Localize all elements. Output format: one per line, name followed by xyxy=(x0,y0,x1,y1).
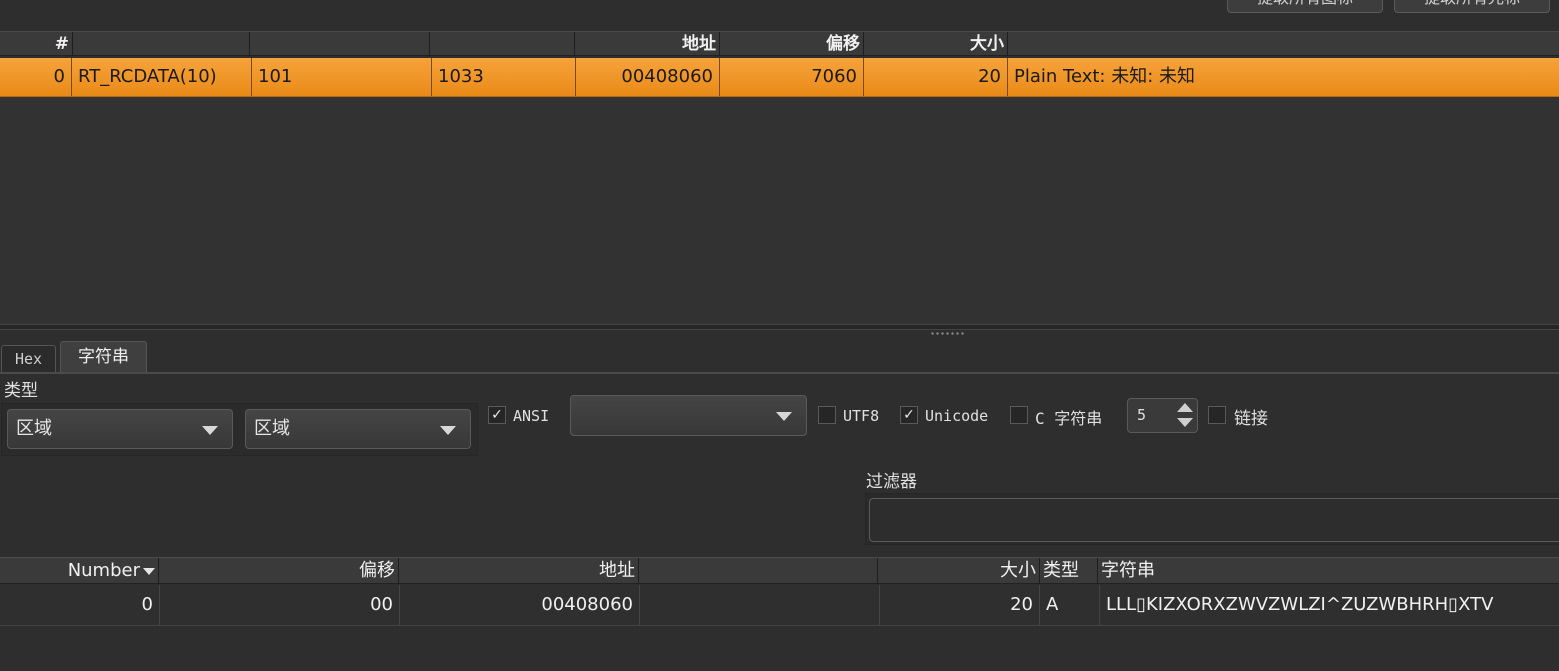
column-header-string-address[interactable]: 地址 xyxy=(399,558,639,584)
tab-hex[interactable]: Hex xyxy=(1,345,56,372)
chevron-down-icon xyxy=(202,426,218,435)
extract-all-icons-button[interactable]: 提取所有图标 xyxy=(1227,0,1383,13)
column-header-number-label: Number xyxy=(67,560,140,581)
string-value-cell: LLL▯KIZXORXZWVZWLZI^ZUZWBHRH▯XTV xyxy=(1106,594,1494,615)
c-string-checkbox[interactable] xyxy=(1010,406,1028,424)
chevron-down-icon xyxy=(440,426,456,435)
region-select-2[interactable]: 区域 xyxy=(245,409,471,449)
filter-label: 过滤器 xyxy=(866,472,917,492)
min-length-value: 5 xyxy=(1137,406,1147,424)
string-number-cell: 0 xyxy=(0,585,160,625)
column-header-size[interactable]: 大小 xyxy=(864,32,1008,56)
strings-table-header: Number 偏移 地址 大小 类型 字符串 xyxy=(0,557,1559,584)
min-length-spinbox[interactable]: 5 xyxy=(1127,398,1198,433)
spin-up-icon[interactable] xyxy=(1177,403,1193,412)
string-blank-cell xyxy=(640,585,880,625)
region-select-1-value: 区域 xyxy=(16,418,52,439)
sort-descending-icon xyxy=(143,567,155,575)
column-header-language[interactable] xyxy=(430,32,575,56)
spin-down-icon[interactable] xyxy=(1177,418,1193,427)
panel-splitter[interactable] xyxy=(0,324,1559,330)
column-header-type[interactable] xyxy=(73,32,250,56)
string-offset-cell: 00 xyxy=(160,585,400,625)
filter-input[interactable] xyxy=(869,498,1559,542)
string-address-cell: 00408060 xyxy=(400,585,640,625)
type-label: 类型 xyxy=(4,381,38,401)
column-header-string[interactable]: 字符串 xyxy=(1098,558,1559,584)
resource-table-empty-area[interactable] xyxy=(0,97,1559,324)
utf8-label: UTF8 xyxy=(843,407,880,425)
resource-name-cell: 101 xyxy=(252,58,432,96)
resource-index-cell: 0 xyxy=(0,58,72,96)
ansi-label: ANSI xyxy=(513,407,550,425)
region-select-2-value: 区域 xyxy=(254,418,290,439)
resource-language-cell: 1033 xyxy=(432,58,576,96)
tab-divider xyxy=(0,372,1559,374)
ansi-checkbox[interactable]: ✓ xyxy=(488,406,506,424)
column-header-number[interactable]: Number xyxy=(0,558,159,584)
link-checkbox[interactable] xyxy=(1208,406,1226,424)
resource-size-cell: 20 xyxy=(864,58,1008,96)
link-label: 链接 xyxy=(1234,409,1268,429)
column-header-index[interactable]: # xyxy=(0,32,73,56)
extract-all-cursors-button[interactable]: 提取所有光标 xyxy=(1394,0,1550,13)
column-header-string-offset[interactable]: 偏移 xyxy=(159,558,399,584)
splitter-grip-icon[interactable] xyxy=(930,331,964,337)
string-type-cell: A xyxy=(1040,585,1100,625)
column-header-address[interactable]: 地址 xyxy=(575,32,720,56)
column-header-string-type[interactable]: 类型 xyxy=(1040,558,1098,584)
string-size-cell: 20 xyxy=(880,585,1040,625)
filter-group xyxy=(865,493,1559,545)
column-header-string-size[interactable]: 大小 xyxy=(878,558,1040,584)
region-select-1[interactable]: 区域 xyxy=(7,409,233,449)
unicode-checkbox[interactable]: ✓ xyxy=(900,406,918,424)
resource-type-cell: RT_RCDATA(10) xyxy=(72,58,252,96)
column-header-offset[interactable]: 偏移 xyxy=(720,32,864,56)
tab-strings[interactable]: 字符串 xyxy=(60,341,147,372)
unicode-label: Unicode xyxy=(925,407,989,425)
codepage-select[interactable] xyxy=(570,395,807,436)
resource-offset-cell: 7060 xyxy=(720,58,864,96)
string-row[interactable]: 0 00 00408060 20 A LLL▯KIZXORXZWVZWLZI^Z… xyxy=(0,585,1559,626)
column-header-name[interactable] xyxy=(250,32,430,56)
resource-row-selected[interactable]: 0 RT_RCDATA(10) 101 1033 00408060 7060 2… xyxy=(0,58,1559,97)
resource-table-header: # 地址 偏移 大小 xyxy=(0,31,1559,56)
resource-info-cell: Plain Text: 未知: 未知 xyxy=(1014,66,1195,87)
c-string-label: C 字符串 xyxy=(1035,409,1103,428)
column-header-info[interactable] xyxy=(1008,32,1559,56)
column-header-blank[interactable] xyxy=(639,558,878,584)
utf8-checkbox[interactable] xyxy=(818,406,836,424)
resource-address-cell: 00408060 xyxy=(576,58,720,96)
chevron-down-icon xyxy=(776,412,792,421)
